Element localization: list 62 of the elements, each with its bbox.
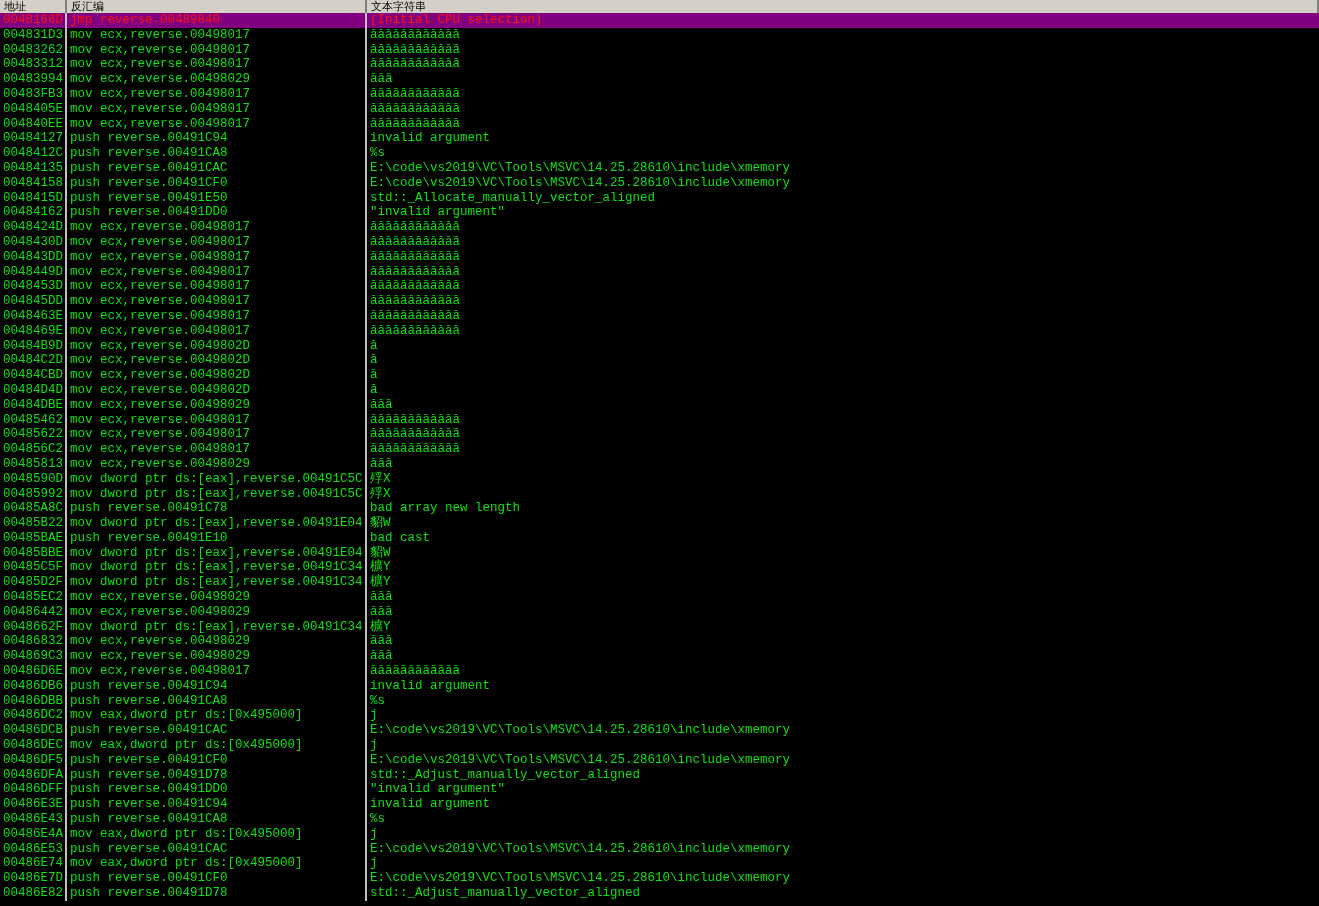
string-cell-text: E:\code\vs2019\VC\Tools\MSVC\14.25.28610\include\xmemory [369,841,792,857]
string-cell-text: āāāāāāāāāāāā [369,412,461,428]
string-cell-text: "invalid argument" [369,782,507,798]
string-cell-text: āāāāāāāāāāāā [369,234,461,250]
string-cell-text: āāāāāāāāāāāā [369,101,461,117]
string-cell-text: ā [369,353,379,369]
string-cell-text: 貂W [369,516,392,531]
string-cell-text: std::_Adjust_manually_vector_aligned [369,767,642,783]
string-cell-text: āāāāāāāāāāāā [369,27,461,43]
string-cell-text: āāāāāāāāāāāā [369,57,461,73]
string-cell-text: āāāāāāāāāāāā [369,116,461,132]
string-cell-text: ā [369,382,379,398]
string-cell-text: āāāāāāāāāāāā [369,442,461,457]
string-cell-text: j [369,856,379,872]
string-cell-text: j [369,738,379,753]
string-cell-text: 殍X [369,471,392,486]
string-cell-text: āāā [369,604,394,619]
string-cell-text: E:\code\vs2019\VC\Tools\MSVC\14.25.28610\include\xmemory [369,752,792,768]
string-cell-text: %s [369,146,386,161]
string-cell-text: std::_Allocate_manually_vector_aligned [369,190,657,206]
string-cell-text: invalid argument [369,797,492,813]
string-cell-text: (Initial CPU selection) [369,13,544,28]
string-cell-text: E:\code\vs2019\VC\Tools\MSVC\14.25.28610\include\xmemory [369,175,792,191]
string-cell-text: āāā [369,72,394,87]
disassembly-cell: push reverse.00491D78 [67,886,367,901]
string-cell-text: āāā [369,397,394,413]
string-cell-text: āāāāāāāāāāāā [369,427,461,443]
string-cell-text: ā [369,338,379,354]
string-cell-text: %s [369,693,386,709]
string-cell-text: āāāāāāāāāāāā [369,42,461,58]
string-cell-text: āāā [369,649,394,665]
string-cell-text: bad array new length [369,501,522,516]
string-cell-text: āāāāāāāāāāāā [369,279,461,295]
string-cell-text: āāāāāāāāāāāā [369,308,461,324]
string-cell-text: j [369,708,379,724]
string-cell-text: 殍X [369,486,392,502]
string-cell-text: 貂W [369,545,392,560]
string-cell-text: E:\code\vs2019\VC\Tools\MSVC\14.25.28610\include\xmemory [369,723,792,739]
string-cell-text: 櫎Y [369,619,392,635]
string-cell-text: āāā [369,634,394,650]
string-cell-text: āāāāāāāāāāāā [369,294,461,309]
string-cell-text: bad cast [369,530,431,546]
string-cell-text: invalid argument [369,131,492,147]
string-cell-text: E:\code\vs2019\VC\Tools\MSVC\14.25.28610\include\xmemory [369,160,792,176]
string-cell-text: āāāāāāāāāāāā [369,323,461,339]
string-cell-text: āāāāāāāāāāāā [369,87,461,102]
string-cell-text: āāāāāāāāāāāā [369,664,461,679]
string-cell-text: invalid argument [369,678,492,694]
string-cell-text: E:\code\vs2019\VC\Tools\MSVC\14.25.28610\include\xmemory [369,871,792,886]
string-cell-text: āāāāāāāāāāāā [369,220,461,235]
string-cell-text: "invalid argument" [369,205,507,221]
string-cell-text: %s [369,812,386,827]
string-cell-text: āāāāāāāāāāāā [369,264,461,280]
string-cell-text: j [369,826,379,842]
string-cell-text: āāā [369,590,394,605]
string-cell-text: 櫎Y [369,560,392,575]
string-cell-text: āāāāāāāāāāāā [369,249,461,265]
address-cell: 00486E82 [0,886,67,901]
string-cell-text: āāā [369,456,394,471]
string-cell-text: ā [369,368,379,383]
string-cell-text: std::_Adjust_manually_vector_aligned [369,886,642,901]
string-cell-text: 櫎Y [369,575,392,591]
